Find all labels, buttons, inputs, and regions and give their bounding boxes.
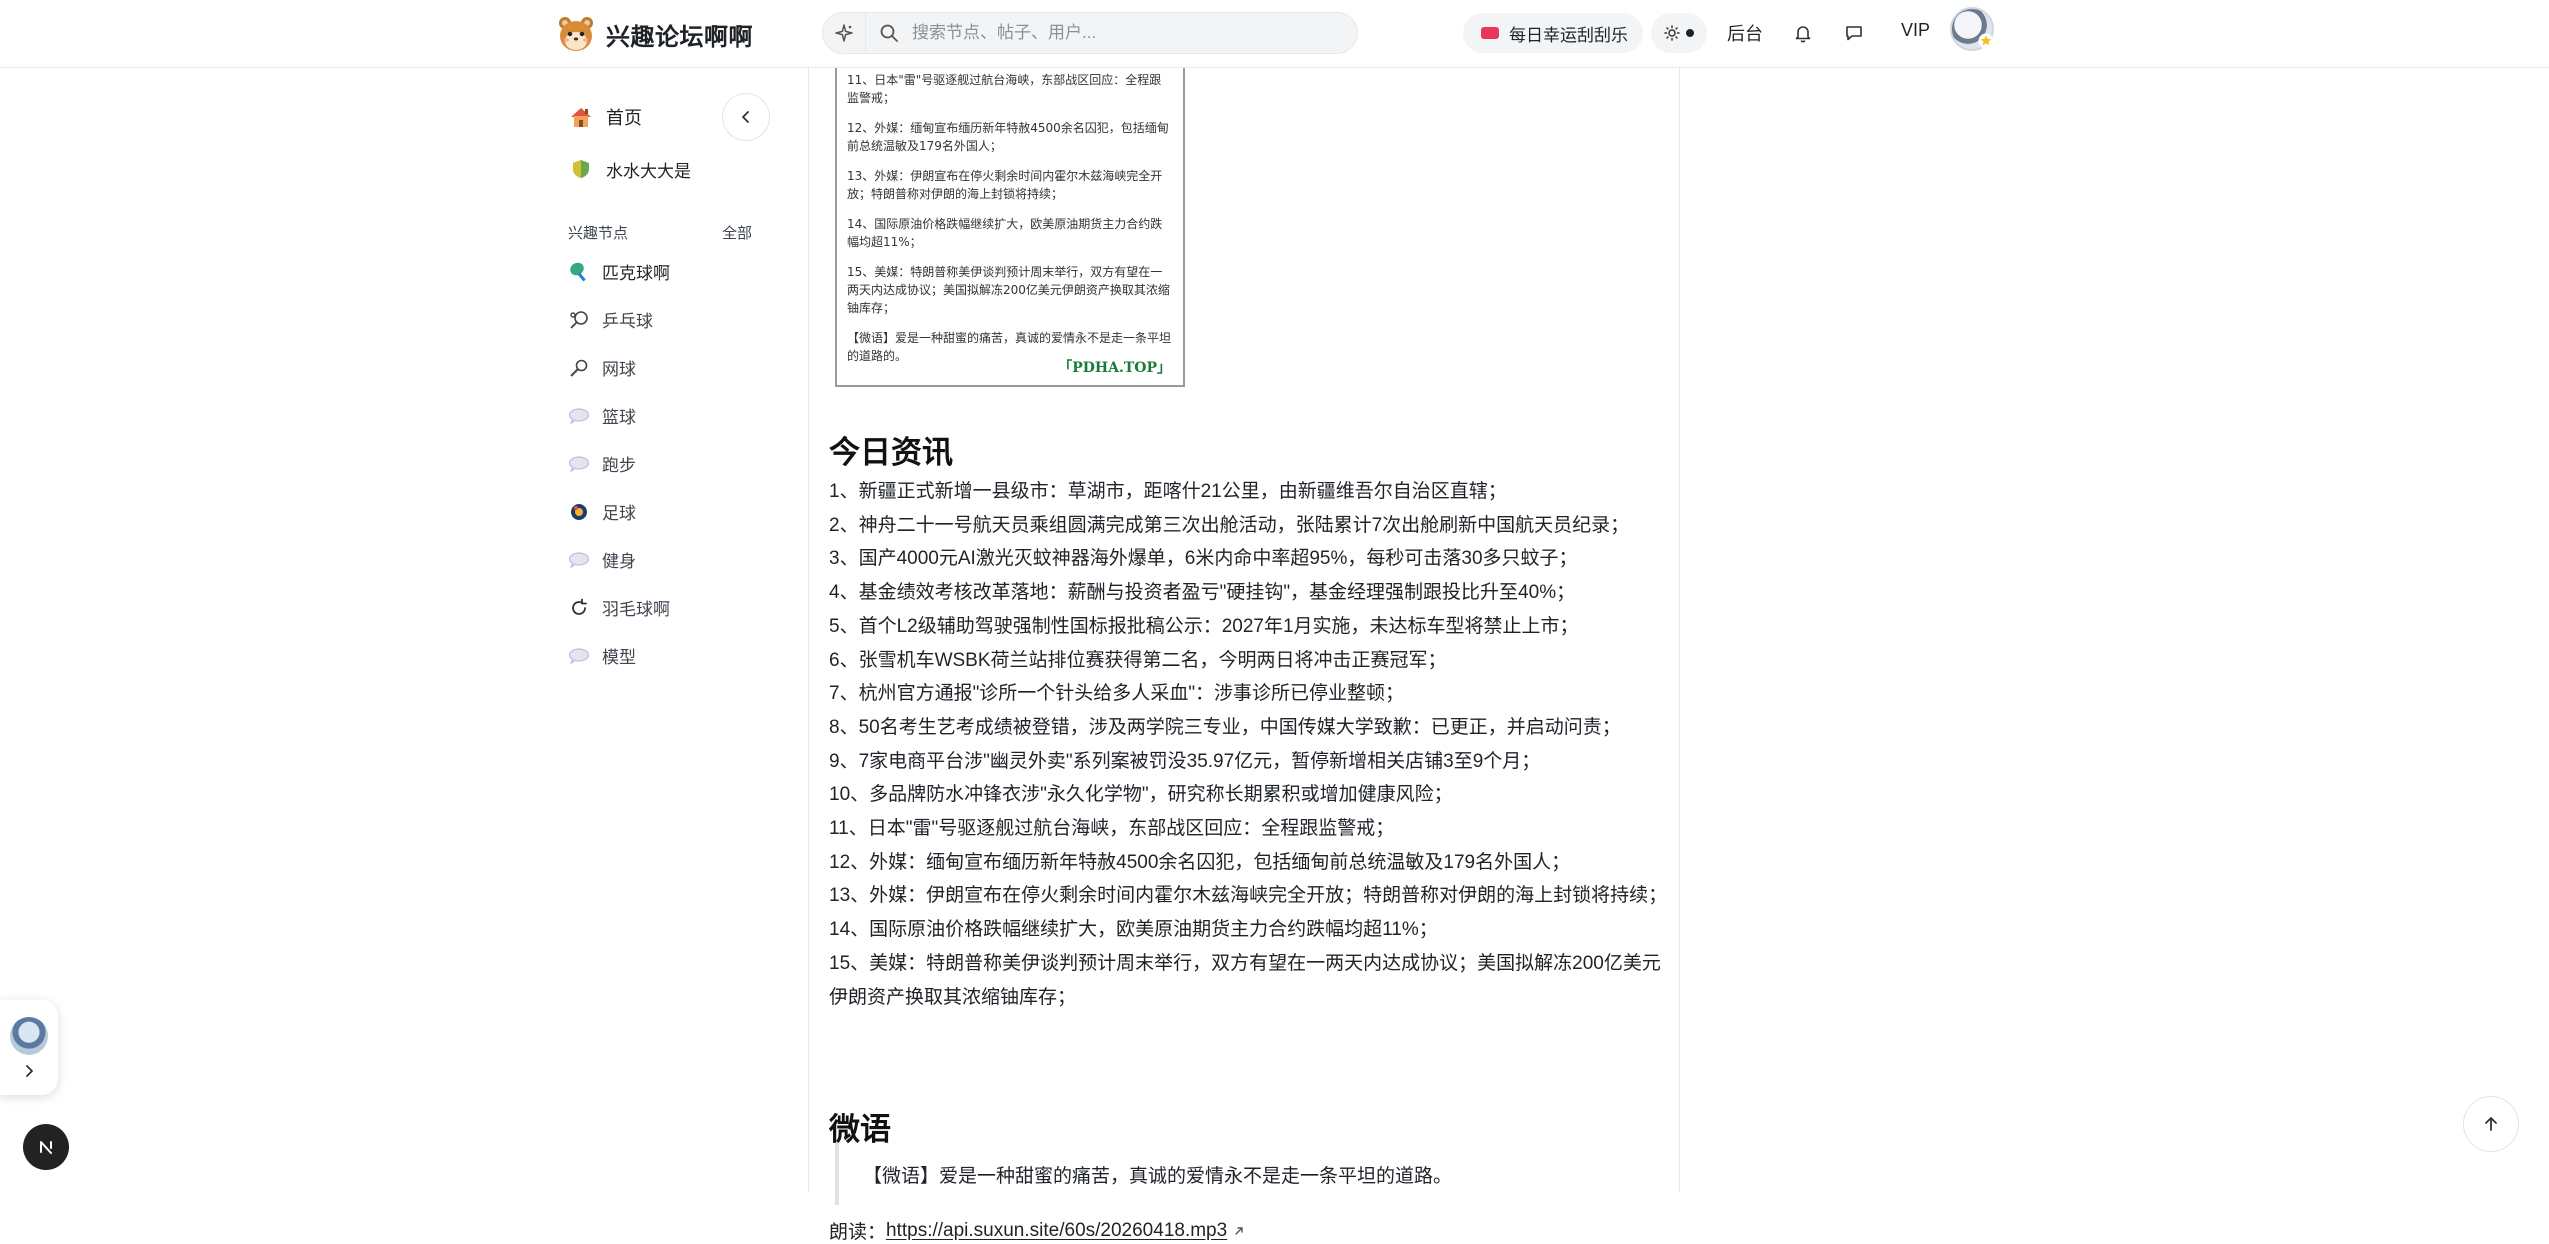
sidebar-item-label: 首页 bbox=[606, 108, 642, 128]
list-item: 7、杭州官方通报"诊所一个针头给多人采血"：涉事诊所已停业整顿； bbox=[829, 683, 1405, 705]
hamster-logo-icon bbox=[559, 17, 593, 51]
node-item[interactable]: 匹克球啊 bbox=[568, 259, 670, 284]
node-label: 匹克球啊 bbox=[602, 264, 670, 283]
list-item: 2、神舟二十一号航天员乘组圆满完成第三次出舱活动，张陆累计7次出舱刷新中国航天员… bbox=[829, 514, 1630, 536]
soccer-ball-icon bbox=[568, 501, 590, 523]
node-item[interactable]: 模型 bbox=[568, 643, 636, 668]
back-to-top-button[interactable] bbox=[2463, 1096, 2519, 1152]
sun-icon bbox=[1664, 25, 1680, 41]
list-item: 9、7家电商平台涉"幽灵外卖"系列案被罚没35.97亿元，暂停新增相关店铺3至9… bbox=[829, 750, 1541, 772]
star-badge-icon bbox=[1978, 33, 1994, 49]
external-link-icon bbox=[1235, 1226, 1243, 1235]
poster-line: 12、外媒：缅甸宣布缅历新年特赦4500余名囚犯，包括缅甸前总统温敏及179名外… bbox=[847, 121, 1169, 153]
node-label: 网球 bbox=[602, 360, 636, 379]
n-logo-icon bbox=[40, 1141, 52, 1154]
list-item: 4、基金绩效考核改革落地：薪酬与投资者盈亏"硬挂钩"，基金经理强制跟投比升至40… bbox=[829, 582, 1576, 604]
node-item[interactable]: 篮球 bbox=[568, 403, 636, 428]
list-item: 8、50名考生艺考成绩被登错，涉及两学院三专业，中国传媒大学致歉：已更正，并启动… bbox=[829, 716, 1621, 738]
node-item[interactable]: 乒乓球 bbox=[568, 307, 653, 332]
section-all-link[interactable]: 全部 bbox=[722, 222, 752, 243]
news-poster-image[interactable]: 11、日本"雷"号驱逐舰过航台海峡，东部战区回应：全程跟监警戒； 12、外媒：缅… bbox=[835, 67, 1185, 387]
poster-line: 11、日本"雷"号驱逐舰过航台海峡，东部战区回应：全程跟监警戒； bbox=[847, 73, 1162, 105]
list-item: 1、新疆正式新增一县级市：草湖市，距喀什21公里，由新疆维吾尔自治区直辖； bbox=[829, 481, 1507, 502]
node-item[interactable]: 跑步 bbox=[568, 451, 636, 476]
list-item: 15、美媒：特朗普称美伊谈判预计周末举行，双方有望在一两天内达成协议；美国拟解冻… bbox=[829, 952, 1661, 1008]
site-name: 兴趣论坛啊啊 bbox=[606, 23, 753, 51]
node-label: 足球 bbox=[602, 504, 636, 523]
list-item: 6、张雪机车WSBK荷兰站排位赛获得第二名，今明两日将冲击正赛冠军； bbox=[829, 649, 1447, 671]
list-item: 3、国产4000元AI激光灭蚊神器海外爆单，6米内命中率超95%，每秒可击落30… bbox=[829, 548, 1578, 570]
theme-toggle[interactable] bbox=[1651, 13, 1707, 53]
admin-link[interactable]: 后台 bbox=[1727, 20, 1763, 46]
bell-icon[interactable] bbox=[1790, 20, 1816, 46]
node-item[interactable]: 羽毛球啊 bbox=[568, 595, 670, 620]
ticket-icon bbox=[1481, 27, 1499, 39]
search-box[interactable] bbox=[822, 12, 1358, 54]
list-item: 11、日本"雷"号驱逐舰过航台海峡，东部战区回应：全程跟监警戒； bbox=[829, 818, 1395, 840]
list-item: 10、多品牌防水冲锋衣涉"永久化学物"，研究称长期累积或增加健康风险； bbox=[829, 784, 1453, 806]
chevron-left-icon bbox=[742, 111, 749, 123]
sidebar-item-label: 水水大大是 bbox=[606, 161, 691, 181]
daily-lottery-label: 每日幸运刮刮乐 bbox=[1509, 25, 1628, 45]
node-label: 羽毛球啊 bbox=[602, 600, 670, 619]
sidebar-item-home[interactable]: 首页 bbox=[568, 104, 642, 130]
sidebar-item-water[interactable]: 水水大大是 bbox=[568, 156, 691, 182]
section-title: 兴趣节点 bbox=[568, 225, 629, 242]
arrow-up-icon bbox=[2485, 1117, 2497, 1131]
list-item: 5、首个L2级辅助驾驶强制性国标报批稿公示：2027年1月实施，未达标车型将禁止… bbox=[829, 615, 1579, 637]
node-item[interactable]: 健身 bbox=[568, 547, 636, 572]
node-label: 跑步 bbox=[602, 456, 636, 475]
shield-icon bbox=[568, 156, 594, 182]
racket-icon bbox=[568, 357, 590, 379]
poster-brand: 「PDHA.TOP」 bbox=[1058, 360, 1171, 376]
chevron-right-icon[interactable] bbox=[20, 1062, 38, 1080]
table-tennis-icon bbox=[568, 309, 590, 331]
post-content: 11、日本"雷"号驱逐舰过航台海峡，东部战区回应：全程跟监警戒； 12、外媒：缅… bbox=[808, 67, 1680, 1243]
quote-text: 【微语】爱是一种甜蜜的痛苦，真诚的爱情永不是走一条平坦的道路。 bbox=[863, 1165, 1453, 1187]
list-item: 14、国际原油价格跌幅继续扩大，欧美原油期货主力合约跌幅均超11%； bbox=[829, 919, 1438, 941]
refresh-icon bbox=[568, 597, 590, 619]
floating-user-card[interactable] bbox=[0, 1000, 58, 1095]
node-label: 模型 bbox=[602, 648, 636, 667]
theme-indicator bbox=[1686, 29, 1694, 37]
poster-line: 14、国际原油价格跌幅继续扩大，欧美原油期货主力合约跌幅均超11%； bbox=[847, 217, 1163, 249]
news-heading: 今日资讯 bbox=[829, 435, 953, 470]
paddle-icon bbox=[568, 261, 590, 283]
node-label: 健身 bbox=[602, 552, 636, 571]
node-label: 乒乓球 bbox=[602, 312, 653, 331]
home-icon bbox=[568, 104, 594, 130]
chat-bubble-icon bbox=[568, 453, 590, 475]
chat-bubble-icon bbox=[568, 405, 590, 427]
next-badge[interactable] bbox=[23, 1124, 69, 1170]
listen-link[interactable]: https://api.suxun.site/60s/20260418.mp3 bbox=[886, 1220, 1227, 1242]
node-item[interactable]: 足球 bbox=[568, 499, 636, 524]
chat-bubble-icon bbox=[568, 549, 590, 571]
list-item: 13、外媒：伊朗宣布在停火剩余时间内霍尔木兹海峡完全开放；特朗普称对伊朗的海上封… bbox=[829, 885, 1668, 907]
node-item[interactable]: 网球 bbox=[568, 355, 636, 380]
thumbnail bbox=[10, 1017, 48, 1055]
node-label: 篮球 bbox=[602, 408, 636, 427]
search-icon bbox=[880, 23, 900, 43]
list-item: 12、外媒：缅甸宣布缅历新年特赦4500余名囚犯，包括缅甸前总统温敏及179名外… bbox=[829, 851, 1571, 873]
sidebar-collapse-button[interactable] bbox=[722, 93, 770, 141]
poster-line: 13、外媒：伊朗宣布在停火剩余时间内霍尔木兹海峡完全开放；特朗普称对伊朗的海上封… bbox=[847, 169, 1163, 201]
news-list: 1、新疆正式新增一县级市：草湖市，距喀什21公里，由新疆维吾尔自治区直辖； 2、… bbox=[829, 475, 1669, 1014]
vip-link[interactable]: VIP bbox=[1901, 20, 1930, 41]
site-logo[interactable]: 兴趣论坛啊啊 bbox=[556, 13, 753, 55]
sparkle-icon[interactable] bbox=[823, 13, 866, 53]
search-input[interactable] bbox=[910, 22, 1334, 44]
top-header: 兴趣论坛啊啊 每日幸运刮刮乐 后台 VIP bbox=[0, 0, 2549, 68]
listen-row: 朗读： https://api.suxun.site/60s/20260418.… bbox=[829, 1217, 1245, 1244]
message-icon[interactable] bbox=[1841, 20, 1867, 46]
quote-block: 【微语】爱是一种甜蜜的痛苦，真诚的爱情永不是走一条平坦的道路。 bbox=[835, 1143, 1665, 1205]
daily-lottery-button[interactable]: 每日幸运刮刮乐 bbox=[1463, 13, 1643, 53]
listen-label: 朗读： bbox=[829, 1222, 887, 1243]
poster-line: 15、美媒：特朗普称美伊谈判预计周末举行，双方有望在一两天内达成协议；美国拟解冻… bbox=[847, 265, 1170, 315]
chat-bubble-icon bbox=[568, 645, 590, 667]
